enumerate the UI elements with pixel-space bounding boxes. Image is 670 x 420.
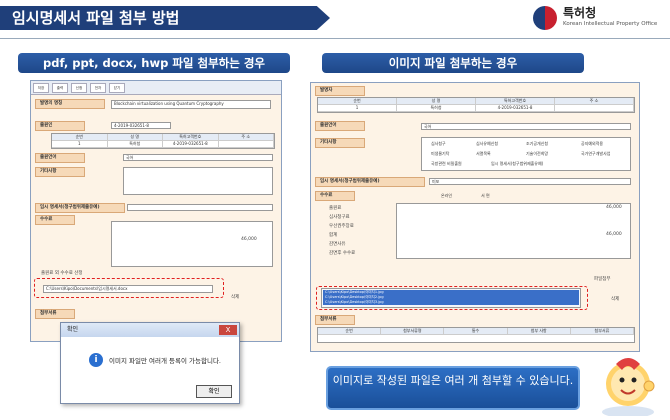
logo-korean: 특허청	[563, 6, 597, 20]
table-header: 순번 성 명 특허고객번호 주 소	[52, 134, 274, 141]
fee-total: 46,000	[606, 232, 622, 237]
fee-calc-checkbox[interactable]: 출원료 외 수수료 산정	[41, 270, 83, 276]
section-temp-spec: 임시 명세서(청구범위제출유예)	[35, 203, 125, 213]
close-button[interactable]: 닫기	[109, 83, 125, 93]
dialog-ok-button[interactable]: 확인	[196, 385, 232, 398]
delete-file-button[interactable]: 삭제	[231, 294, 239, 300]
info-icon: i	[89, 353, 103, 367]
print-button[interactable]: 출력	[52, 83, 68, 93]
delete-file-button[interactable]: 삭제	[611, 296, 619, 302]
fee-row-label: 감면사유	[329, 242, 346, 247]
left-toolbar: 저장 출력 신청 전자 닫기	[31, 81, 281, 95]
taegeuk-emblem-icon	[533, 6, 557, 30]
kipo-logo: 특허청 Korean Intellectual Property Office	[533, 4, 670, 34]
right-form-window: 발명자 순번 성 명 특허고객번호 주 소 1 특허청 4-2019-032651-8 출…	[310, 82, 640, 352]
apply-button[interactable]: 신청	[71, 83, 87, 93]
language-select[interactable]: 국어	[421, 123, 631, 130]
confirm-dialog: 확인 X i 이미지 파일만 여러개 등록이 가능합니다. 확인	[60, 322, 240, 404]
section-attachments: 첨부서류	[315, 315, 355, 325]
submit-button[interactable]: 전자	[90, 83, 106, 93]
highlight-multi-file	[316, 286, 588, 310]
inventor-table: 순번 성 명 특허고객번호 주 소 1 특허청 4-2019-032651-8	[317, 97, 635, 113]
fee-grid	[396, 203, 631, 259]
checkbox-national-rnd[interactable]: 국가연구개발사업	[581, 151, 610, 157]
checkbox-exam-request[interactable]: 심사청구	[431, 141, 446, 147]
dialog-close-button[interactable]: X	[219, 325, 237, 335]
divider	[0, 38, 670, 39]
table-header: 순번 첨부서류명 통수 첨부 사항 첨부서류	[318, 328, 635, 335]
section-fee: 수수료	[315, 191, 355, 201]
radio-paper[interactable]: 서 면	[481, 193, 490, 199]
fee-row-label: 출원료	[329, 206, 342, 211]
attach-file-button[interactable]: 파일첨부	[594, 276, 611, 282]
section-other: 기타사항	[315, 138, 365, 148]
section-language: 출원언어	[35, 153, 85, 163]
table-row[interactable]: 1 특허청 4-2019-032651-8	[52, 141, 274, 148]
table-row[interactable]: 1 특허청 4-2019-032651-8	[318, 105, 634, 112]
section-fee: 수수료	[35, 215, 75, 225]
fee-row-label: 감면후 수수료	[329, 251, 356, 256]
applicant-number-field[interactable]: 4-2019-032651-8	[111, 122, 171, 129]
callout-box: 이미지로 작성된 파일은 여러 개 첨부할 수 있습니다.	[326, 366, 580, 410]
left-panel-heading: pdf, ppt, docx, hwp 파일 첨부하는 경우	[18, 53, 290, 73]
logo-english: Korean Intellectual Property Office	[563, 21, 658, 27]
checkbox-microbe[interactable]: 미생물기탁	[431, 151, 449, 157]
section-applicant: 출원인	[35, 121, 85, 131]
checkbox-temp-spec[interactable]: 임시 명세서(청구범위제출유예)	[491, 161, 543, 167]
section-language: 출원언어	[315, 121, 365, 131]
section-other: 기타사항	[35, 167, 85, 177]
left-form-window: 저장 출력 신청 전자 닫기 발명의 명칭 Blockchain virtual…	[30, 80, 282, 342]
fee-row-label: 우선권주장료	[329, 224, 354, 229]
dialog-message: 이미지 파일만 여러개 등록이 가능합니다.	[109, 357, 221, 365]
mascot-character-icon	[602, 358, 655, 416]
fee-row-label: 심사청구료	[329, 215, 350, 220]
fee-row-label: 합계	[329, 233, 338, 238]
section-inventor: 발명자	[315, 86, 365, 96]
checkbox-early-pub[interactable]: 조기공개신청	[526, 141, 548, 147]
language-select[interactable]: 국어	[123, 154, 273, 161]
save-button[interactable]: 저장	[33, 83, 49, 93]
checkbox-sequence[interactable]: 서열목록	[476, 151, 491, 157]
section-temp-spec: 임시 명세서(청구범위제출유예)	[315, 177, 425, 187]
applicant-table: 순번 성 명 특허고객번호 주 소 1 특허청 4-2019-032651-8	[51, 133, 275, 149]
fee-amount: 46,000	[606, 205, 622, 210]
checkbox-defense[interactable]: 국방관련 비밀출원	[431, 161, 462, 167]
attachment-table: 순번 첨부서류명 통수 첨부 사항 첨부서류	[317, 327, 635, 343]
dialog-title: 확인	[61, 323, 239, 337]
other-checkbox-group[interactable]	[123, 167, 273, 195]
fee-total: 46,000	[241, 237, 257, 242]
checkbox-disclosure[interactable]: 공지예외적용	[581, 141, 603, 147]
checkbox-exam-defer[interactable]: 심사유예신청	[476, 141, 498, 147]
highlight-single-file	[34, 278, 224, 298]
invention-title-field[interactable]: Blockchain virtualization using Quantum …	[111, 100, 271, 109]
fee-table	[111, 221, 273, 267]
section-attachments: 첨부서류	[35, 309, 75, 319]
temp-spec-field[interactable]	[127, 204, 273, 211]
section-invention-title: 발명의 명칭	[35, 99, 105, 109]
right-panel-heading: 이미지 파일 첨부하는 경우	[322, 53, 584, 73]
page-title: 임시명세서 파일 첨부 방법	[0, 6, 330, 30]
checkbox-tech-transfer[interactable]: 기술이전희망	[526, 151, 548, 157]
table-header: 순번 성 명 특허고객번호 주 소	[318, 98, 634, 105]
temp-spec-field[interactable]: 미포	[429, 178, 631, 185]
radio-online[interactable]: 온라인	[441, 193, 452, 199]
